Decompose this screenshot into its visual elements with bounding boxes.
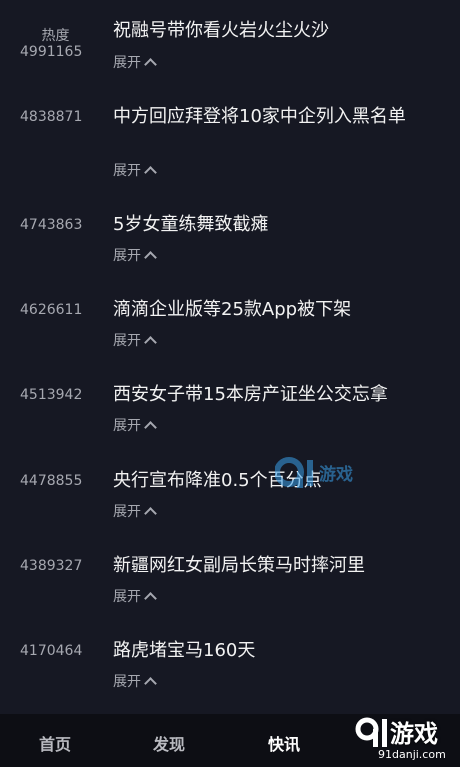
expand-button[interactable]: 展开 [113, 52, 157, 72]
expand-label: 展开 [113, 418, 141, 434]
list-item[interactable]: 4626611 滴滴企业版等25款App被下架 展开 [0, 280, 460, 365]
hot-score: 4838871 [20, 109, 83, 125]
hot-score: 4478855 [20, 473, 83, 489]
chevron-up-icon [144, 591, 157, 605]
list-item[interactable]: 热度 4991165 祝融号带你看火岩火尘火沙 展开 [0, 0, 460, 85]
hot-score: 4743863 [20, 217, 83, 233]
chevron-up-icon [144, 165, 157, 179]
watermark-text: 游戏 [319, 464, 353, 485]
hot-score: 4991165 [20, 44, 83, 60]
hot-score: 4389327 [20, 558, 83, 574]
expand-label: 展开 [113, 504, 141, 520]
hot-score: 4513942 [20, 387, 83, 403]
expand-label: 展开 [113, 589, 141, 605]
item-title[interactable]: 西安女子带15本房产证坐公交忘拿 [113, 382, 433, 408]
hot-list: 热度 4991165 祝融号带你看火岩火尘火沙 展开 4838871 中方回应拜… [0, 0, 460, 714]
expand-button[interactable]: 展开 [113, 586, 157, 606]
list-item[interactable]: 4838871 中方回应拜登将10家中企列入黑名单 展开 [0, 85, 460, 195]
item-title[interactable]: 新疆网红女副局长策马时摔河里 [113, 553, 433, 579]
expand-label: 展开 [113, 163, 141, 179]
heat-label: 热度 [41, 28, 70, 44]
chevron-up-icon [144, 250, 157, 264]
list-item[interactable]: 4478855 央行宣布降准0.5个百分点 展开 [0, 451, 460, 536]
expand-label: 展开 [113, 55, 141, 71]
expand-button[interactable]: 展开 [113, 330, 157, 350]
expand-button[interactable]: 展开 [113, 245, 157, 265]
list-item[interactable]: 4743863 5岁女童练舞致截瘫 展开 [0, 195, 460, 280]
tab-home[interactable]: 首页 [39, 731, 71, 755]
item-title[interactable]: 滴滴企业版等25款App被下架 [113, 297, 433, 323]
expand-button[interactable]: 展开 [113, 160, 157, 180]
chevron-up-icon [144, 420, 157, 434]
list-item[interactable]: 4389327 新疆网红女副局长策马时摔河里 展开 [0, 536, 460, 621]
expand-button[interactable]: 展开 [113, 415, 157, 435]
chevron-up-icon [144, 335, 157, 349]
brand-text: 游戏 [390, 720, 438, 748]
item-title[interactable]: 祝融号带你看火岩火尘火沙 [113, 18, 433, 44]
item-title[interactable]: 央行宣布降准0.5个百分点 [113, 468, 433, 494]
brand-url: 91danji.com [378, 748, 446, 761]
brand-watermark: 游戏 91danji.com [352, 712, 456, 766]
expand-label: 展开 [113, 333, 141, 349]
tab-news[interactable]: 快讯 [268, 731, 300, 755]
expand-label: 展开 [113, 674, 141, 690]
expand-button[interactable]: 展开 [113, 501, 157, 521]
item-title[interactable]: 路虎堵宝马160天 [113, 638, 433, 664]
list-item[interactable]: 4513942 西安女子带15本房产证坐公交忘拿 展开 [0, 365, 460, 451]
expand-button[interactable]: 展开 [113, 671, 157, 691]
hot-score: 4626611 [20, 302, 83, 318]
list-item[interactable]: 4170464 路虎堵宝马160天 展开 [0, 621, 460, 706]
expand-label: 展开 [113, 248, 141, 264]
chevron-up-icon [144, 506, 157, 520]
tab-discover[interactable]: 发现 [153, 731, 185, 755]
brand-logo-icon [355, 717, 387, 747]
chevron-up-icon [144, 57, 157, 71]
watermark-logo: 游戏 [275, 457, 353, 488]
item-title[interactable]: 中方回应拜登将10家中企列入黑名单 [113, 104, 433, 130]
chevron-up-icon [144, 676, 157, 690]
hot-score: 4170464 [20, 643, 83, 659]
item-title[interactable]: 5岁女童练舞致截瘫 [113, 212, 433, 238]
